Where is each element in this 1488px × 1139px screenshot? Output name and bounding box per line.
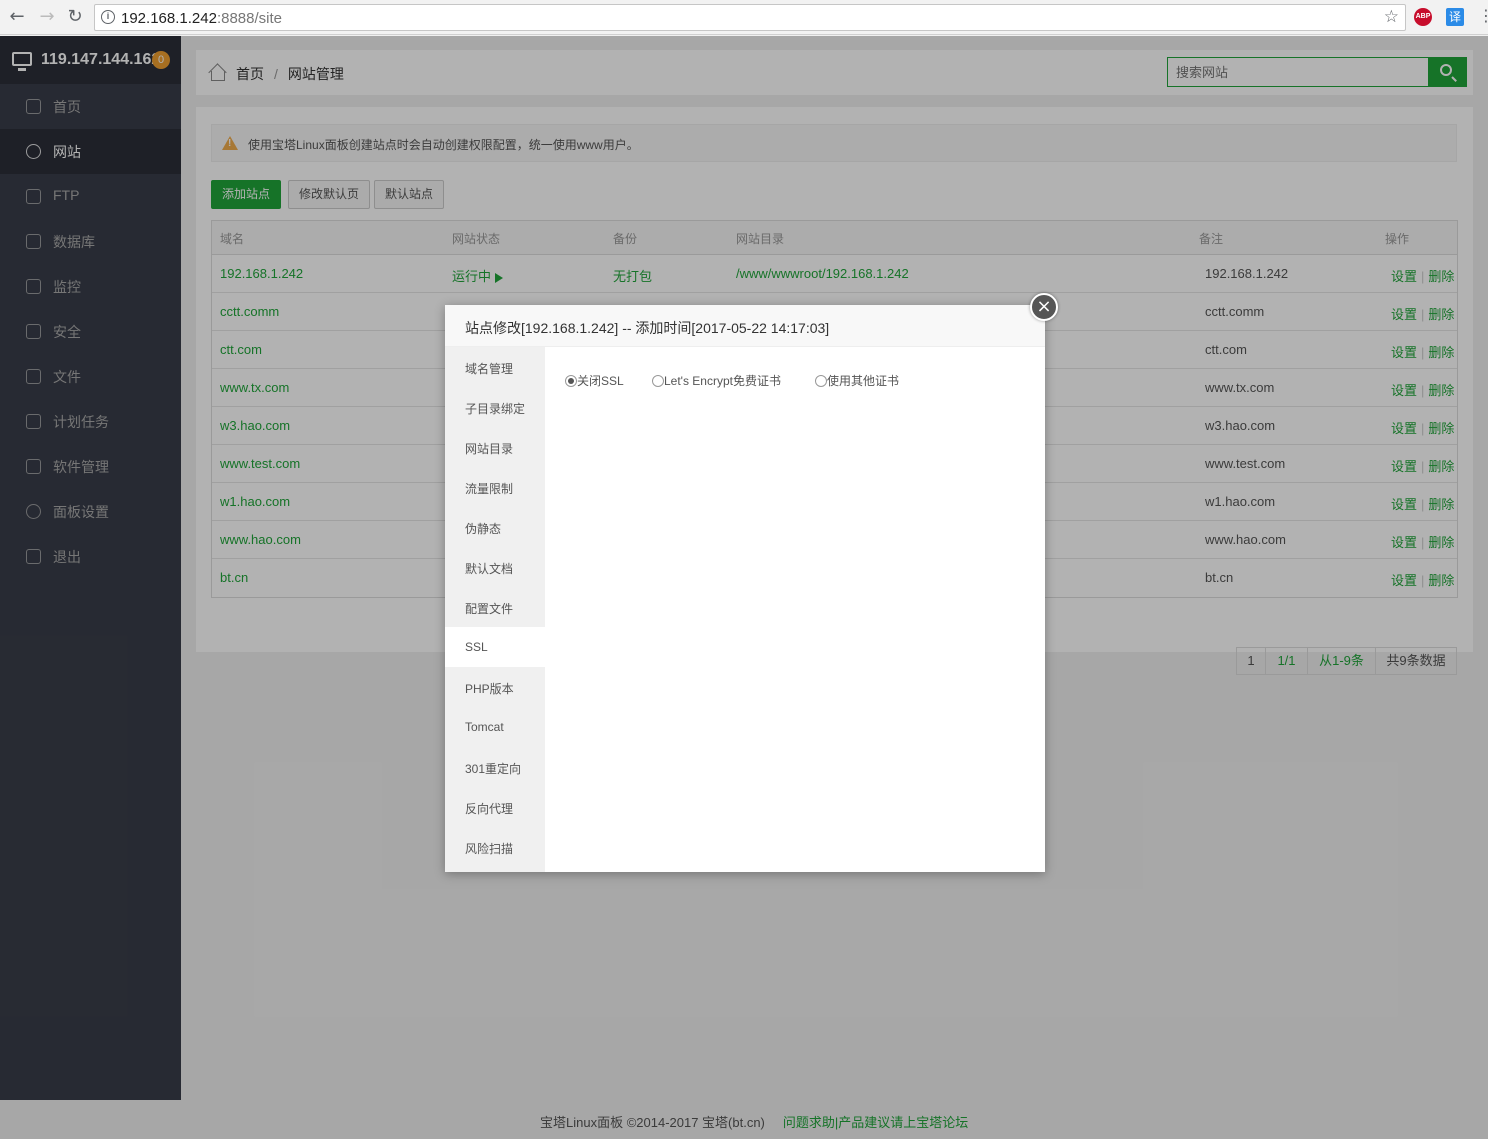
address-bar[interactable]: i 192.168.1.242:8888/site ☆ [94,4,1406,31]
modal-tab-label: SSL [465,640,488,654]
modal-tab[interactable]: PHP版本 [445,667,545,707]
back-icon[interactable]: ← [6,6,28,28]
site-edit-modal: 站点修改[192.168.1.242] -- 添加时间[2017-05-22 1… [445,305,1045,872]
modal-tab[interactable]: SSL [445,627,545,667]
reload-icon[interactable]: ↻ [64,6,86,28]
modal-tab[interactable]: 域名管理 [445,347,545,387]
modal-tab[interactable]: Tomcat [445,707,545,747]
modal-tab-label: 流量限制 [465,482,514,496]
modal-tab[interactable]: 默认文档 [445,547,545,587]
modal-tab[interactable]: 子目录绑定 [445,387,545,427]
browser-toolbar: ← → ↻ i 192.168.1.242:8888/site ☆ ABP 译 … [0,0,1488,35]
modal-tab-label: PHP版本 [465,682,514,696]
modal-tab-label: 301重定向 [465,762,522,776]
close-icon[interactable]: × [1030,293,1058,321]
modal-tab[interactable]: 网站目录 [445,427,545,467]
browser-menu-icon[interactable]: ⋮ [1478,6,1488,28]
modal-tab-label: 伪静态 [465,522,502,536]
modal-tab-label: 反向代理 [465,802,514,816]
adblock-extension-icon[interactable]: ABP [1414,8,1432,26]
bookmark-star-icon[interactable]: ☆ [1384,7,1399,27]
modal-tab-list: 域名管理子目录绑定网站目录流量限制伪静态默认文档配置文件 SSL PHP版本 Tomc… [445,347,545,872]
modal-tab[interactable]: 流量限制 [445,467,545,507]
radio-icon[interactable] [652,375,664,387]
modal-tab-label: 域名管理 [465,362,514,376]
modal-tab-label: Tomcat [465,720,504,734]
modal-tab[interactable]: 反向代理 [445,787,545,827]
radio-icon[interactable] [565,375,577,387]
modal-header: 站点修改[192.168.1.242] -- 添加时间[2017-05-22 1… [445,305,1045,347]
modal-tab[interactable]: 伪静态 [445,507,545,547]
modal-title: 站点修改[192.168.1.242] -- 添加时间[2017-05-22 1… [465,320,830,336]
forward-icon[interactable]: → [36,6,58,28]
ssl-panel: 关闭SSL Let's Encrypt免费证书 使用其他证书 [545,347,1045,872]
modal-tab-label: 风险扫描 [465,842,514,856]
radio-icon[interactable] [815,375,827,387]
ssl-option-other[interactable]: 使用其他证书 [815,372,899,389]
modal-tab-label: 网站目录 [465,442,514,456]
translate-extension-icon[interactable]: 译 [1446,8,1464,26]
url-text: 192.168.1.242:8888/site [121,10,282,27]
modal-tab[interactable]: 301重定向 [445,747,545,787]
modal-tab[interactable]: 风险扫描 [445,827,545,867]
modal-tab-label: 配置文件 [465,602,514,616]
info-icon[interactable]: i [101,10,115,24]
modal-tab[interactable]: 配置文件 [445,587,545,627]
ssl-option-off[interactable]: 关闭SSL [565,372,624,389]
modal-tab-label: 默认文档 [465,562,514,576]
modal-tab-label: 子目录绑定 [465,402,526,416]
ssl-option-letsencrypt[interactable]: Let's Encrypt免费证书 [652,372,781,389]
